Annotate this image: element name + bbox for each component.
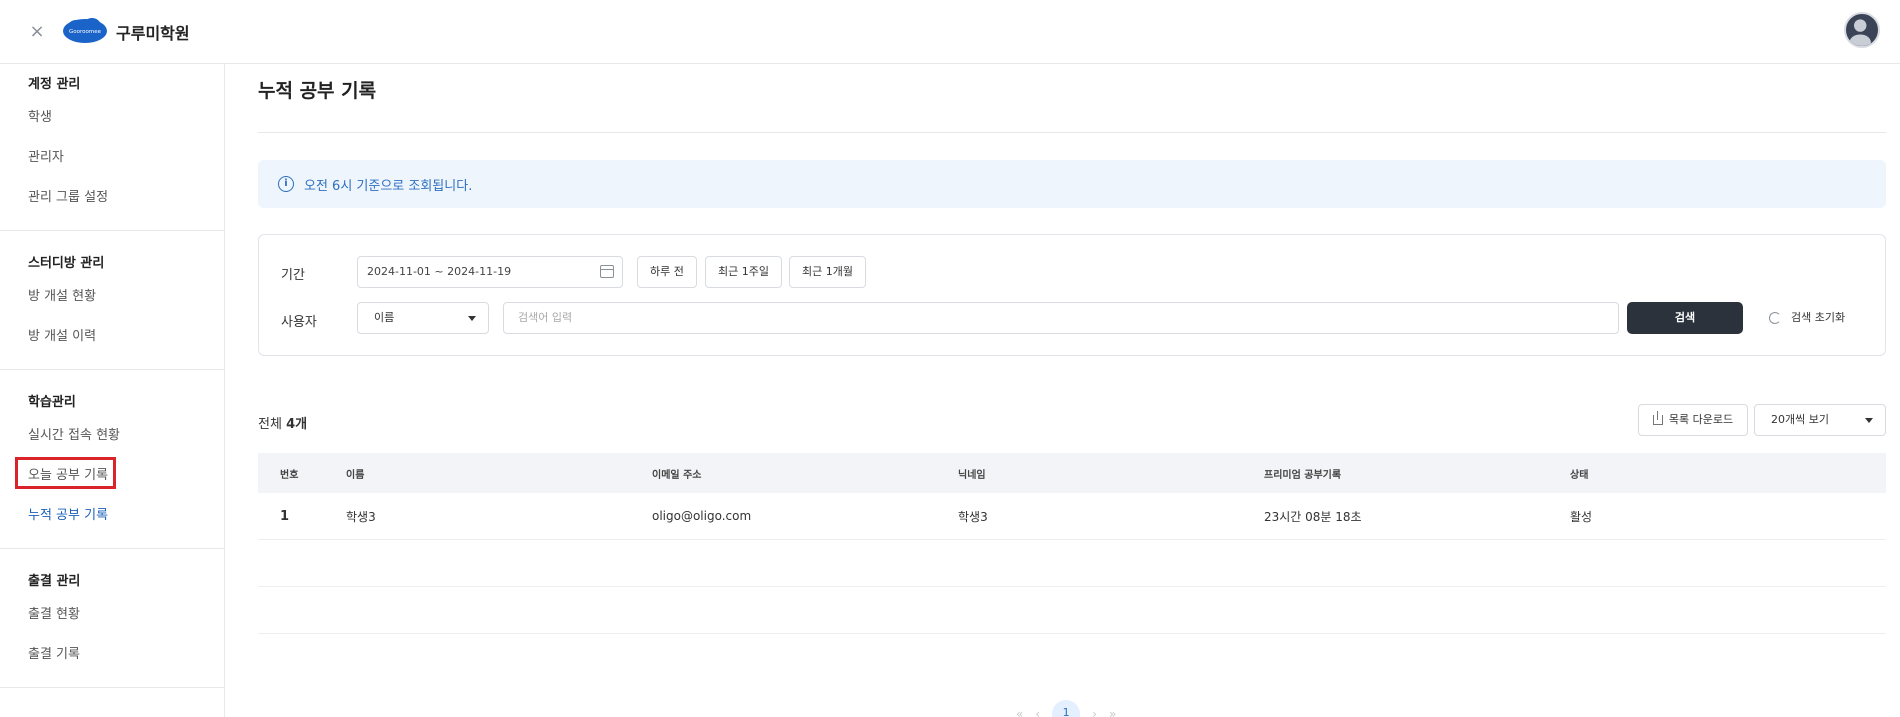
sidebar-item-admin[interactable]: 관리자 [0,138,224,178]
cell-nickname: 학생3 [958,509,988,524]
user-type-value: 이름 [374,311,395,324]
col-header-nickname: 닉네임 [958,469,986,481]
sidebar-item-today-study[interactable]: 오늘 공부 기록 [0,456,224,496]
cell-number: 1 [280,508,290,524]
prev-page-icon[interactable]: ‹ [1035,707,1040,717]
table-row-empty [258,587,1886,634]
period-label: 기간 [281,268,305,283]
sidebar-item-cumulative-study[interactable]: 누적 공부 기록 [0,496,224,536]
info-banner: i 오전 6시 기준으로 조회됩니다. [258,160,1886,208]
col-header-premium-study: 프리미엄 공부기록 [1264,469,1342,481]
svg-text:Gooroomee: Gooroomee [69,29,102,35]
cell-status: 활성 [1570,509,1593,524]
page-size-value: 20개씩 보기 [1771,413,1829,426]
brand-name: 구루미학원 [116,24,190,43]
page-number-current[interactable]: 1 [1052,700,1081,717]
study-record-table: 번호 이름 이메일 주소 닉네임 프리미엄 공부기록 상태 1 학생3 olig… [258,453,1886,634]
filter-panel: 기간 2024-11-01 ~ 2024-11-19 하루 전 최근 1주일 최… [258,234,1886,356]
main-content: 누적 공부 기록 i 오전 6시 기준으로 조회됩니다. 기간 2024-11-… [258,64,1886,717]
cell-premium-study: 23시간 08분 18초 [1264,509,1362,524]
download-list-button[interactable]: 목록 다운로드 [1638,404,1748,436]
user-type-select[interactable]: 이름 [357,302,489,334]
download-label: 목록 다운로드 [1668,413,1734,426]
sidebar-group-title: 학습관리 [28,395,76,410]
sidebar: 계정 관리 학생 관리자 관리 그룹 설정 스터디방 관리 방 개설 현황 방 … [0,64,225,717]
sidebar-item-attendance-record[interactable]: 출결 기록 [0,635,224,675]
total-prefix: 전체 [258,417,287,432]
divider [258,132,1886,133]
quick-button-yesterday[interactable]: 하루 전 [637,256,697,288]
pagination: « ‹ 1 › » [1016,700,1116,717]
col-header-email: 이메일 주소 [652,469,702,481]
user-label: 사용자 [281,315,317,330]
sidebar-group-learning: 학습관리 실시간 접속 현황 오늘 공부 기록 누적 공부 기록 [0,370,224,549]
table-row-empty [258,540,1886,587]
sidebar-item-student[interactable]: 학생 [0,98,224,138]
reset-search-button[interactable]: 검색 초기화 [1769,302,1845,334]
top-bar: × Gooroomee 구루미학원 [0,0,1900,64]
page-title: 누적 공부 기록 [258,80,377,102]
total-count: 전체 4개 [258,413,307,432]
date-range-value: 2024-11-01 ~ 2024-11-19 [367,265,512,278]
chevron-down-icon [1865,418,1873,423]
col-header-number: 번호 [280,469,299,481]
table-row[interactable]: 1 학생3 oligo@oligo.com 학생3 23시간 08분 18초 활… [258,493,1886,540]
avatar[interactable] [1844,12,1880,48]
close-icon[interactable]: × [26,20,48,42]
download-icon [1652,411,1663,425]
first-page-icon[interactable]: « [1016,707,1023,717]
date-range-input[interactable]: 2024-11-01 ~ 2024-11-19 [357,256,623,288]
last-page-icon[interactable]: » [1109,707,1116,717]
logo: Gooroomee [63,18,107,43]
sidebar-group-studyroom: 스터디방 관리 방 개설 현황 방 개설 이력 [0,231,224,370]
next-page-icon[interactable]: › [1092,707,1097,717]
sidebar-group-title: 출결 관리 [28,574,81,589]
total-value: 4개 [286,417,308,432]
sidebar-group-title: 계정 관리 [28,77,81,92]
sidebar-group-attendance: 출결 관리 출결 현황 출결 기록 [0,549,224,688]
sidebar-group-title: 스터디방 관리 [28,256,105,271]
info-text: 오전 6시 기준으로 조회됩니다. [304,178,473,194]
table-header: 번호 이름 이메일 주소 닉네임 프리미엄 공부기록 상태 [258,453,1886,493]
calendar-icon[interactable] [600,265,614,278]
quick-button-last-month[interactable]: 최근 1개월 [789,256,866,288]
search-button[interactable]: 검색 [1627,302,1743,334]
chevron-down-icon [468,316,476,321]
quick-button-last-week[interactable]: 최근 1주일 [705,256,782,288]
reset-search-label: 검색 초기화 [1791,311,1846,324]
col-header-name: 이름 [346,469,365,481]
search-input[interactable]: 검색어 입력 [503,302,1619,334]
info-icon: i [278,176,294,192]
col-header-status: 상태 [1570,469,1589,481]
refresh-icon [1769,312,1781,324]
sidebar-item-room-history[interactable]: 방 개설 이력 [0,317,224,357]
sidebar-item-room-status[interactable]: 방 개설 현황 [0,277,224,317]
sidebar-item-attendance-status[interactable]: 출결 현황 [0,595,224,635]
page-size-select[interactable]: 20개씩 보기 [1754,404,1886,436]
sidebar-item-group-settings[interactable]: 관리 그룹 설정 [0,178,224,218]
user-icon [1849,19,1871,46]
sidebar-item-realtime-access[interactable]: 실시간 접속 현황 [0,416,224,456]
cell-name: 학생3 [346,509,376,524]
sidebar-group-account: 계정 관리 학생 관리자 관리 그룹 설정 [0,64,224,231]
cell-email: oligo@oligo.com [652,509,752,523]
